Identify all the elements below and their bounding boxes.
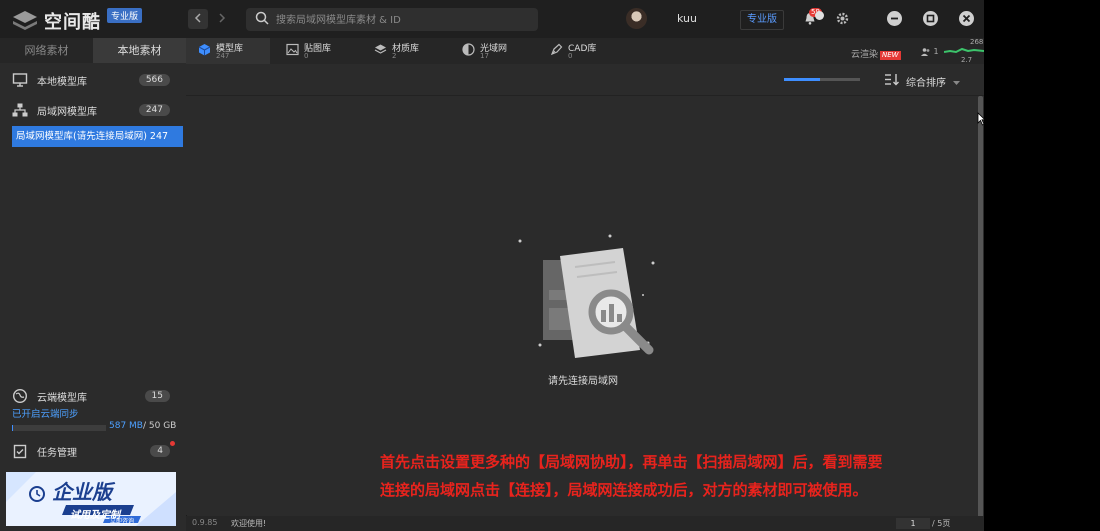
sort-dropdown[interactable]: 综合排序 bbox=[906, 74, 961, 89]
sidebar-item-local-library[interactable]: 本地模型库 566 bbox=[0, 67, 186, 93]
count-badge: 566 bbox=[138, 74, 170, 86]
status-bar: 0.9.85 欢迎使用! / 5页 bbox=[186, 516, 984, 531]
storage-progress-fill bbox=[12, 425, 14, 431]
total-pages: / 5页 bbox=[932, 519, 951, 528]
chevron-left-icon bbox=[194, 13, 201, 23]
cloud-render-label: 云渲染 bbox=[851, 50, 879, 60]
monitor-icon bbox=[12, 73, 28, 87]
mouse-cursor-icon bbox=[977, 112, 986, 126]
pen-tool-icon bbox=[550, 43, 563, 56]
enterprise-ad-banner[interactable]: 企业版 试用及定制 立即咨询 bbox=[6, 472, 176, 526]
user-avatar[interactable] bbox=[626, 8, 647, 29]
image-icon bbox=[286, 43, 299, 56]
lan-library-entry[interactable]: 局域网模型库(请先连接局域网) 247 bbox=[12, 126, 183, 147]
sidebar-item-label: 云端模型库 bbox=[37, 392, 87, 404]
search-icon bbox=[255, 11, 269, 25]
forward-button[interactable] bbox=[212, 9, 232, 29]
maximize-icon bbox=[926, 14, 935, 23]
app-name: 空间酷 bbox=[44, 12, 101, 33]
storage-usage: 587 MB/ 50 GB bbox=[109, 421, 176, 431]
zoom-slider-fill bbox=[784, 78, 820, 81]
sort-label: 综合排序 bbox=[906, 78, 946, 89]
layers-icon bbox=[374, 44, 387, 54]
count-badge: 247 bbox=[138, 104, 170, 116]
tab-count: 247 bbox=[216, 52, 230, 60]
zoom-slider-track[interactable] bbox=[784, 78, 860, 81]
tab-texture-library[interactable]: 贴图库 0 bbox=[274, 38, 358, 64]
tab-cad-library[interactable]: CAD库 0 bbox=[538, 38, 622, 64]
storage-progress bbox=[12, 425, 106, 431]
caption-line-2: 连接的局域网点击【连接】，局域网连接成功后，对方的素材即可被使用。 bbox=[380, 481, 868, 499]
activity-graph bbox=[944, 47, 984, 54]
back-button[interactable] bbox=[188, 9, 208, 29]
ad-title: 企业版 bbox=[52, 480, 112, 504]
close-icon bbox=[962, 14, 971, 23]
search-input[interactable] bbox=[274, 10, 533, 30]
sidebar-item-lan-library[interactable]: 局域网模型库 247 bbox=[0, 97, 186, 123]
new-tag: NEW bbox=[880, 51, 901, 60]
welcome-text: 欢迎使用! bbox=[231, 519, 267, 528]
source-tabs: 网络素材 本地素材 bbox=[0, 38, 186, 63]
tab-network-assets[interactable]: 网络素材 bbox=[0, 38, 93, 63]
view-toolbar: 综合排序 bbox=[186, 64, 984, 96]
cloud-sync-status[interactable]: 已开启云端同步 bbox=[12, 406, 79, 420]
tab-count: 0 bbox=[304, 52, 309, 60]
count-badge: 15 bbox=[144, 390, 170, 402]
close-button[interactable] bbox=[959, 11, 974, 26]
username[interactable]: kuu bbox=[677, 12, 697, 25]
cube-icon bbox=[198, 44, 211, 56]
title-bar: 空间酷 专业版 kuu 专业版 59 bbox=[0, 0, 984, 38]
gear-icon[interactable] bbox=[836, 12, 849, 25]
storage-total: / 50 GB bbox=[142, 421, 177, 431]
minimize-button[interactable] bbox=[887, 11, 902, 26]
sidebar-item-label: 局域网模型库 bbox=[37, 106, 97, 118]
clipboard-icon bbox=[13, 444, 27, 459]
left-sidebar: 网络素材 本地素材 本地模型库 566 局域网模型库 247 局域网模型库(请先… bbox=[0, 38, 187, 531]
online-users[interactable]: 1 bbox=[921, 47, 939, 56]
version-label: 0.9.85 bbox=[192, 518, 218, 527]
tab-count: 2 bbox=[392, 52, 397, 60]
tab-material-library[interactable]: 材质库 2 bbox=[362, 38, 446, 64]
tab-local-assets[interactable]: 本地素材 bbox=[93, 38, 186, 63]
pro-edition-button[interactable]: 专业版 bbox=[740, 10, 784, 30]
stat-top: 268 bbox=[970, 38, 984, 46]
cloud-render-link[interactable]: 云渲染 NEW bbox=[851, 47, 901, 60]
caption-line-1: 首先点击设置更多种的【局域网协助】，再单击【扫描局域网】后，看到需要 bbox=[380, 453, 883, 471]
logo-icon bbox=[13, 11, 37, 30]
task-alert-dot bbox=[170, 441, 175, 446]
app-logo: 空间酷 专业版 bbox=[12, 7, 143, 34]
sidebar-item-label: 本地模型库 bbox=[37, 76, 87, 88]
search-box[interactable] bbox=[246, 8, 538, 31]
tab-count: 17 bbox=[480, 52, 489, 60]
maximize-button[interactable] bbox=[923, 11, 938, 26]
cloud-globe-icon bbox=[12, 388, 28, 404]
ad-cta: 立即咨询 bbox=[110, 518, 135, 525]
sidebar-item-label: 任务管理 bbox=[37, 447, 77, 459]
users-icon bbox=[921, 47, 930, 56]
edition-badge: 专业版 bbox=[107, 7, 143, 23]
tab-model-library[interactable]: 模型库 247 bbox=[186, 38, 270, 64]
online-users-count: 1 bbox=[933, 47, 939, 56]
empty-state-text: 请先连接局域网 bbox=[548, 376, 618, 387]
tab-count: 0 bbox=[568, 52, 573, 60]
count-badge: 4 bbox=[150, 445, 170, 457]
chevron-right-icon bbox=[219, 13, 226, 23]
empty-state-illustration bbox=[518, 234, 655, 358]
sort-icon[interactable] bbox=[884, 73, 900, 86]
network-icon bbox=[12, 103, 28, 117]
sidebar-item-task-manager[interactable]: 任务管理 4 bbox=[0, 438, 186, 464]
half-circle-icon bbox=[462, 43, 475, 56]
minimize-icon bbox=[891, 17, 898, 20]
page-number-input[interactable] bbox=[896, 518, 930, 529]
tutorial-caption: 首先点击设置更多种的【局域网协助】，再单击【扫描局域网】后，看到需要 连接的局域… bbox=[380, 448, 1070, 504]
tab-ies-library[interactable]: 光域网 17 bbox=[450, 38, 534, 64]
storage-used: 587 MB bbox=[109, 421, 143, 431]
chevron-down-icon bbox=[953, 80, 961, 85]
